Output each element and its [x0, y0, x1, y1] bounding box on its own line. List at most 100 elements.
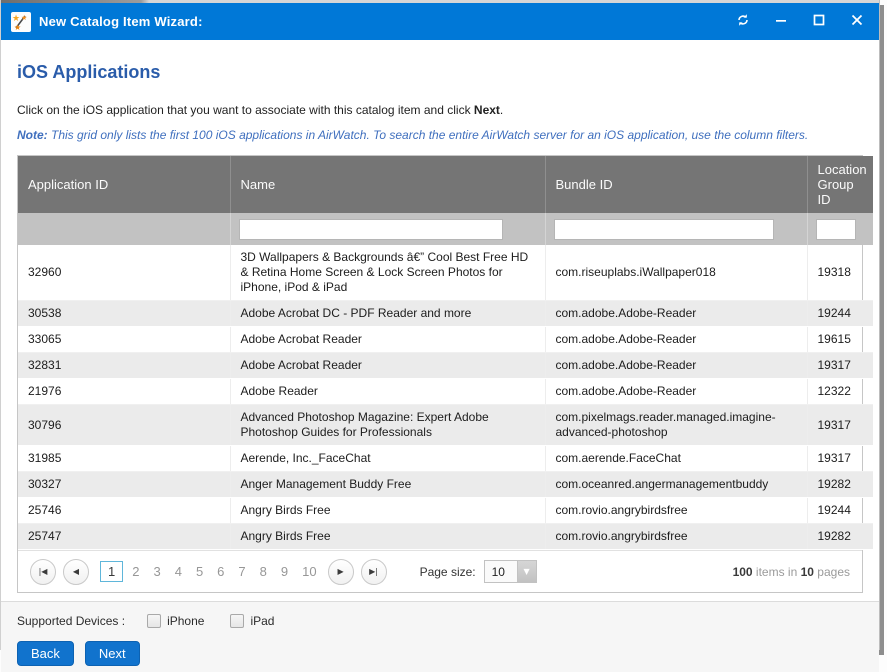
location-group-id-cell: 19317 [807, 446, 873, 472]
previous-page-button[interactable]: ◀ [63, 559, 89, 585]
window-controls [731, 10, 869, 34]
pager-page-2[interactable]: 2 [125, 562, 146, 581]
name-cell: Adobe Acrobat Reader [230, 327, 545, 353]
filter-cell-application-id [18, 213, 230, 245]
pager-page-3[interactable]: 3 [146, 562, 167, 581]
table-row[interactable]: 30796Advanced Photoshop Magazine: Expert… [18, 405, 873, 446]
wizard-content: iOS Applications Click on the iOS applic… [1, 62, 879, 593]
pager-page-5[interactable]: 5 [189, 562, 210, 581]
app-id-cell: 25747 [18, 524, 230, 550]
next-page-button[interactable]: ▶ [328, 559, 354, 585]
bundle-id-cell: com.adobe.Adobe-Reader [545, 353, 807, 379]
table-row[interactable]: 31985Aerende, Inc._FaceChatcom.aerende.F… [18, 446, 873, 472]
location-group-id-filter-input[interactable] [816, 219, 856, 240]
bundle-id-cell: com.rovio.angrybirdsfree [545, 524, 807, 550]
pager-page-1[interactable]: 1 [100, 561, 123, 582]
bundle-id-filter-input[interactable] [554, 219, 774, 240]
filter-cell-bundle-id [545, 213, 807, 245]
page-size-value: 10 [485, 561, 517, 582]
back-button[interactable]: Back [17, 641, 74, 666]
name-cell: Anger Management Buddy Free [230, 472, 545, 498]
iphone-checkbox[interactable] [147, 614, 161, 628]
next-button[interactable]: Next [85, 641, 140, 666]
table-row[interactable]: 21976Adobe Readercom.adobe.Adobe-Reader1… [18, 379, 873, 405]
bundle-id-cell: com.pixelmags.reader.managed.imagine-adv… [545, 405, 807, 446]
app-id-cell: 30327 [18, 472, 230, 498]
maximize-button[interactable] [807, 10, 831, 34]
wizard-window: ★ ★ ★ New Catalog Item Wizard: [0, 0, 880, 650]
first-page-button[interactable]: |◀ [30, 559, 56, 585]
table-row[interactable]: 30538Adobe Acrobat DC - PDF Reader and m… [18, 301, 873, 327]
location-group-id-cell: 19282 [807, 524, 873, 550]
last-page-button[interactable]: ▶| [361, 559, 387, 585]
page-title: iOS Applications [17, 62, 863, 83]
wizard-app-icon: ★ ★ ★ [11, 12, 31, 32]
column-header-bundle-id[interactable]: Bundle ID [545, 156, 807, 213]
pager-page-7[interactable]: 7 [231, 562, 252, 581]
instruction-next-emphasis: Next [474, 103, 500, 117]
pager-page-9[interactable]: 9 [274, 562, 295, 581]
column-header-name[interactable]: Name [230, 156, 545, 213]
name-filter-input[interactable] [239, 219, 503, 240]
app-id-cell: 30538 [18, 301, 230, 327]
location-group-id-cell: 19244 [807, 301, 873, 327]
table-header-row: Application ID Name Bundle ID Location G… [18, 156, 873, 213]
pager-page-10[interactable]: 10 [295, 562, 323, 581]
location-group-id-cell: 19318 [807, 245, 873, 301]
name-cell: Adobe Acrobat DC - PDF Reader and more [230, 301, 545, 327]
table-row[interactable]: 329603D Wallpapers & Backgrounds â€” Coo… [18, 245, 873, 301]
bundle-id-cell: com.riseuplabs.iWallpaper018 [545, 245, 807, 301]
minimize-button[interactable] [769, 10, 793, 34]
bundle-id-cell: com.rovio.angrybirdsfree [545, 498, 807, 524]
next-page-icon: ▶ [338, 568, 344, 576]
page-size-dropdown[interactable]: 10 ▼ [484, 560, 537, 583]
wizard-footer: Supported Devices : iPhone iPad Back Next [1, 602, 879, 672]
pager-page-6[interactable]: 6 [210, 562, 231, 581]
supported-devices-label: Supported Devices : [17, 614, 125, 628]
device-option-iphone[interactable]: iPhone [147, 614, 204, 628]
refresh-button[interactable] [731, 10, 755, 34]
svg-text:★: ★ [21, 14, 27, 22]
table-row[interactable]: 25747Angry Birds Freecom.rovio.angrybird… [18, 524, 873, 550]
table-row[interactable]: 32831Adobe Acrobat Readercom.adobe.Adobe… [18, 353, 873, 379]
svg-text:★: ★ [14, 23, 21, 32]
bundle-id-cell: com.adobe.Adobe-Reader [545, 301, 807, 327]
bundle-id-cell: com.aerende.FaceChat [545, 446, 807, 472]
app-id-cell: 32960 [18, 245, 230, 301]
name-cell: Adobe Reader [230, 379, 545, 405]
applications-grid: Application ID Name Bundle ID Location G… [17, 155, 863, 593]
table-row[interactable]: 30327Anger Management Buddy Freecom.ocea… [18, 472, 873, 498]
location-group-id-cell: 19317 [807, 353, 873, 379]
location-group-id-cell: 19282 [807, 472, 873, 498]
pager-page-4[interactable]: 4 [168, 562, 189, 581]
close-icon [851, 14, 863, 29]
column-header-location-group-id[interactable]: Location Group ID [807, 156, 873, 213]
app-id-cell: 33065 [18, 327, 230, 353]
name-cell: Aerende, Inc._FaceChat [230, 446, 545, 472]
column-header-application-id[interactable]: Application ID [18, 156, 230, 213]
titlebar: ★ ★ ★ New Catalog Item Wizard: [1, 3, 879, 40]
bundle-id-cell: com.oceanred.angermanagementbuddy [545, 472, 807, 498]
table-row[interactable]: 33065Adobe Acrobat Readercom.adobe.Adobe… [18, 327, 873, 353]
pager-page-8[interactable]: 8 [253, 562, 274, 581]
device-option-ipad[interactable]: iPad [230, 614, 274, 628]
previous-page-icon: ◀ [73, 568, 79, 576]
bundle-id-cell: com.adobe.Adobe-Reader [545, 379, 807, 405]
table-row[interactable]: 25746Angry Birds Freecom.rovio.angrybird… [18, 498, 873, 524]
filter-cell-name [230, 213, 545, 245]
first-page-icon: |◀ [39, 568, 48, 576]
chevron-down-icon[interactable]: ▼ [517, 561, 536, 582]
name-cell: Angry Birds Free [230, 524, 545, 550]
close-button[interactable] [845, 10, 869, 34]
pager-summary: 100 items in 10 pages [733, 565, 850, 579]
instruction-text: Click on the iOS application that you wa… [17, 103, 863, 117]
pager-pages: 12345678910 [100, 561, 324, 582]
refresh-icon [736, 13, 750, 30]
ipad-checkbox[interactable] [230, 614, 244, 628]
minimize-icon [775, 14, 787, 29]
pager: |◀ ◀ 12345678910 ▶ ▶| Page size: 10 ▼ 10… [18, 550, 862, 592]
page-size-control: Page size: 10 ▼ [420, 560, 537, 583]
applications-table: Application ID Name Bundle ID Location G… [18, 156, 873, 550]
app-id-cell: 32831 [18, 353, 230, 379]
location-group-id-cell: 12322 [807, 379, 873, 405]
